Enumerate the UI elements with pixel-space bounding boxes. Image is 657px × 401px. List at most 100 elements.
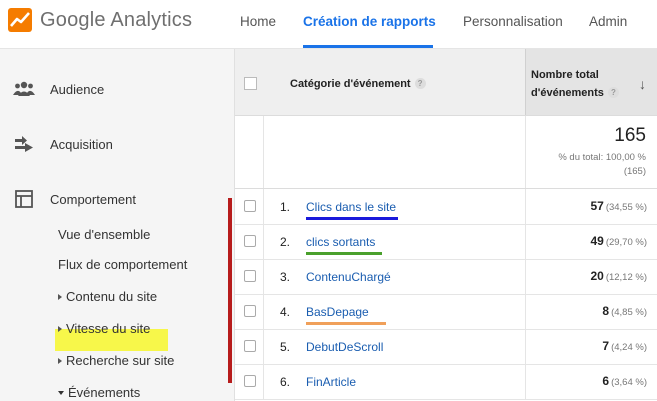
sidebar-item-behavior[interactable]: Comportement bbox=[0, 181, 234, 217]
row-value: 6 bbox=[602, 374, 610, 388]
sidebar-sub-site-content[interactable]: Contenu du site bbox=[58, 289, 157, 304]
sidebar-item-acquisition[interactable]: Acquisition bbox=[0, 126, 234, 162]
column-header-label: Catégorie d'événement bbox=[290, 78, 411, 90]
nav-reporting[interactable]: Création de rapports bbox=[303, 14, 436, 29]
sidebar-item-audience[interactable]: Audience bbox=[0, 71, 234, 107]
sub-item-label: Vitesse du site bbox=[66, 321, 151, 336]
summary-percent-count: (165) bbox=[623, 166, 646, 177]
active-tab-indicator bbox=[303, 45, 433, 48]
row-percent: (3,64 %) bbox=[611, 377, 647, 388]
row-percent: (12,12 %) bbox=[605, 272, 647, 283]
row-percent: (4,24 %) bbox=[611, 342, 647, 353]
column-divider bbox=[263, 329, 264, 364]
column-divider bbox=[263, 224, 264, 259]
table-row: 4. BasDepage 8 (4,85 %) bbox=[235, 294, 657, 330]
row-checkbox[interactable] bbox=[244, 340, 256, 352]
row-value: 49 bbox=[590, 234, 604, 248]
event-table: Catégorie d'événement? Nombre total d'év… bbox=[235, 49, 657, 401]
summary-cell: 165 % du total: 100,00 % (165) bbox=[525, 116, 657, 188]
layout-icon bbox=[15, 190, 33, 208]
select-all-checkbox[interactable] bbox=[244, 77, 257, 90]
help-icon[interactable]: ? bbox=[414, 78, 426, 89]
column-header-event-category[interactable]: Catégorie d'événement? bbox=[290, 78, 426, 90]
row-number: 1. bbox=[280, 200, 291, 214]
table-row: 5. DebutDeScroll 7 (4,24 %) bbox=[235, 329, 657, 365]
column-divider bbox=[525, 294, 526, 329]
row-checkbox[interactable] bbox=[244, 200, 256, 212]
annotation-underline bbox=[306, 217, 398, 220]
row-number: 6. bbox=[280, 375, 291, 389]
column-divider bbox=[263, 189, 264, 224]
row-value-cell: 57 (34,55 %) bbox=[590, 199, 647, 213]
sidebar-sub-events[interactable]: Événements bbox=[58, 385, 140, 400]
row-percent: (29,70 %) bbox=[605, 237, 647, 248]
arrows-merge-icon bbox=[15, 136, 33, 152]
row-value: 57 bbox=[590, 199, 604, 213]
sidebar-item-label: Audience bbox=[50, 81, 105, 97]
row-category-link[interactable]: clics sortants bbox=[306, 235, 375, 249]
expand-arrow-icon bbox=[58, 358, 62, 364]
sub-item-label: Événements bbox=[68, 385, 141, 400]
row-category-link[interactable]: Clics dans le site bbox=[306, 200, 396, 214]
sidebar-sub-overview[interactable]: Vue d'ensemble bbox=[58, 227, 150, 242]
row-number: 2. bbox=[280, 235, 291, 249]
row-value-cell: 8 (4,85 %) bbox=[602, 304, 647, 318]
sidebar-sub-behavior-flow[interactable]: Flux de comportement bbox=[58, 257, 187, 272]
row-category-link[interactable]: DebutDeScroll bbox=[306, 340, 383, 354]
analytics-logo-icon bbox=[8, 8, 32, 32]
top-header: Google Analytics Home Création de rappor… bbox=[0, 0, 657, 49]
summary-spacer bbox=[235, 116, 264, 188]
row-category-link[interactable]: BasDepage bbox=[306, 305, 369, 319]
column-divider bbox=[525, 364, 526, 399]
row-category-link[interactable]: FinArticle bbox=[306, 375, 356, 389]
column-divider bbox=[525, 224, 526, 259]
row-value-cell: 49 (29,70 %) bbox=[590, 234, 647, 248]
summary-total: 165 bbox=[614, 125, 646, 146]
expand-arrow-icon bbox=[58, 294, 62, 300]
sidebar-item-label: Comportement bbox=[50, 191, 136, 207]
column-divider bbox=[263, 364, 264, 399]
sidebar-item-label: Acquisition bbox=[50, 136, 113, 152]
sidebar-sub-site-speed[interactable]: Vitesse du site bbox=[58, 321, 150, 336]
row-value: 7 bbox=[602, 339, 610, 353]
column-divider bbox=[525, 329, 526, 364]
row-checkbox[interactable] bbox=[244, 305, 256, 317]
row-number: 5. bbox=[280, 340, 291, 354]
nav-admin[interactable]: Admin bbox=[589, 14, 627, 29]
row-value-cell: 6 (3,64 %) bbox=[602, 374, 647, 388]
column-header-label: Nombre total d'événements bbox=[531, 69, 604, 99]
annotation-underline bbox=[306, 252, 382, 255]
sort-desc-icon[interactable]: ↓ bbox=[639, 76, 646, 92]
row-checkbox[interactable] bbox=[244, 270, 256, 282]
summary-percent-line: % du total: 100,00 % bbox=[558, 152, 646, 163]
help-icon[interactable]: ? bbox=[607, 87, 619, 98]
sidebar: Audience Acquisition Comportement Vue d'… bbox=[0, 49, 235, 401]
column-header-total-events[interactable]: Nombre total d'événements? bbox=[531, 66, 631, 102]
row-category-link[interactable]: ContenuChargé bbox=[306, 270, 391, 284]
ga-logo[interactable]: Google Analytics bbox=[8, 8, 192, 32]
logo-text: Google Analytics bbox=[40, 8, 193, 31]
nav-home[interactable]: Home bbox=[240, 14, 276, 29]
row-value: 20 bbox=[590, 269, 604, 283]
sub-item-label: Recherche sur site bbox=[66, 353, 175, 368]
row-number: 3. bbox=[280, 270, 291, 284]
expand-arrow-icon bbox=[58, 326, 62, 332]
row-percent: (4,85 %) bbox=[611, 307, 647, 318]
annotation-bar bbox=[228, 198, 232, 383]
table-row: 6. FinArticle 6 (3,64 %) bbox=[235, 364, 657, 400]
row-value: 8 bbox=[602, 304, 610, 318]
row-value-cell: 20 (12,12 %) bbox=[590, 269, 647, 283]
summary-percent: % du total: 100,00 % (165) bbox=[558, 151, 646, 179]
sidebar-sub-site-search[interactable]: Recherche sur site bbox=[58, 353, 174, 368]
nav-customization[interactable]: Personnalisation bbox=[463, 14, 563, 29]
table-row: 2. clics sortants 49 (29,70 %) bbox=[235, 224, 657, 260]
column-divider bbox=[263, 259, 264, 294]
row-checkbox[interactable] bbox=[244, 375, 256, 387]
row-value-cell: 7 (4,24 %) bbox=[602, 339, 647, 353]
table-header: Catégorie d'événement? Nombre total d'év… bbox=[235, 49, 657, 116]
sub-item-label: Contenu du site bbox=[66, 289, 158, 304]
column-divider bbox=[525, 259, 526, 294]
row-checkbox[interactable] bbox=[244, 235, 256, 247]
row-number: 4. bbox=[280, 305, 291, 319]
table-row: 3. ContenuChargé 20 (12,12 %) bbox=[235, 259, 657, 295]
